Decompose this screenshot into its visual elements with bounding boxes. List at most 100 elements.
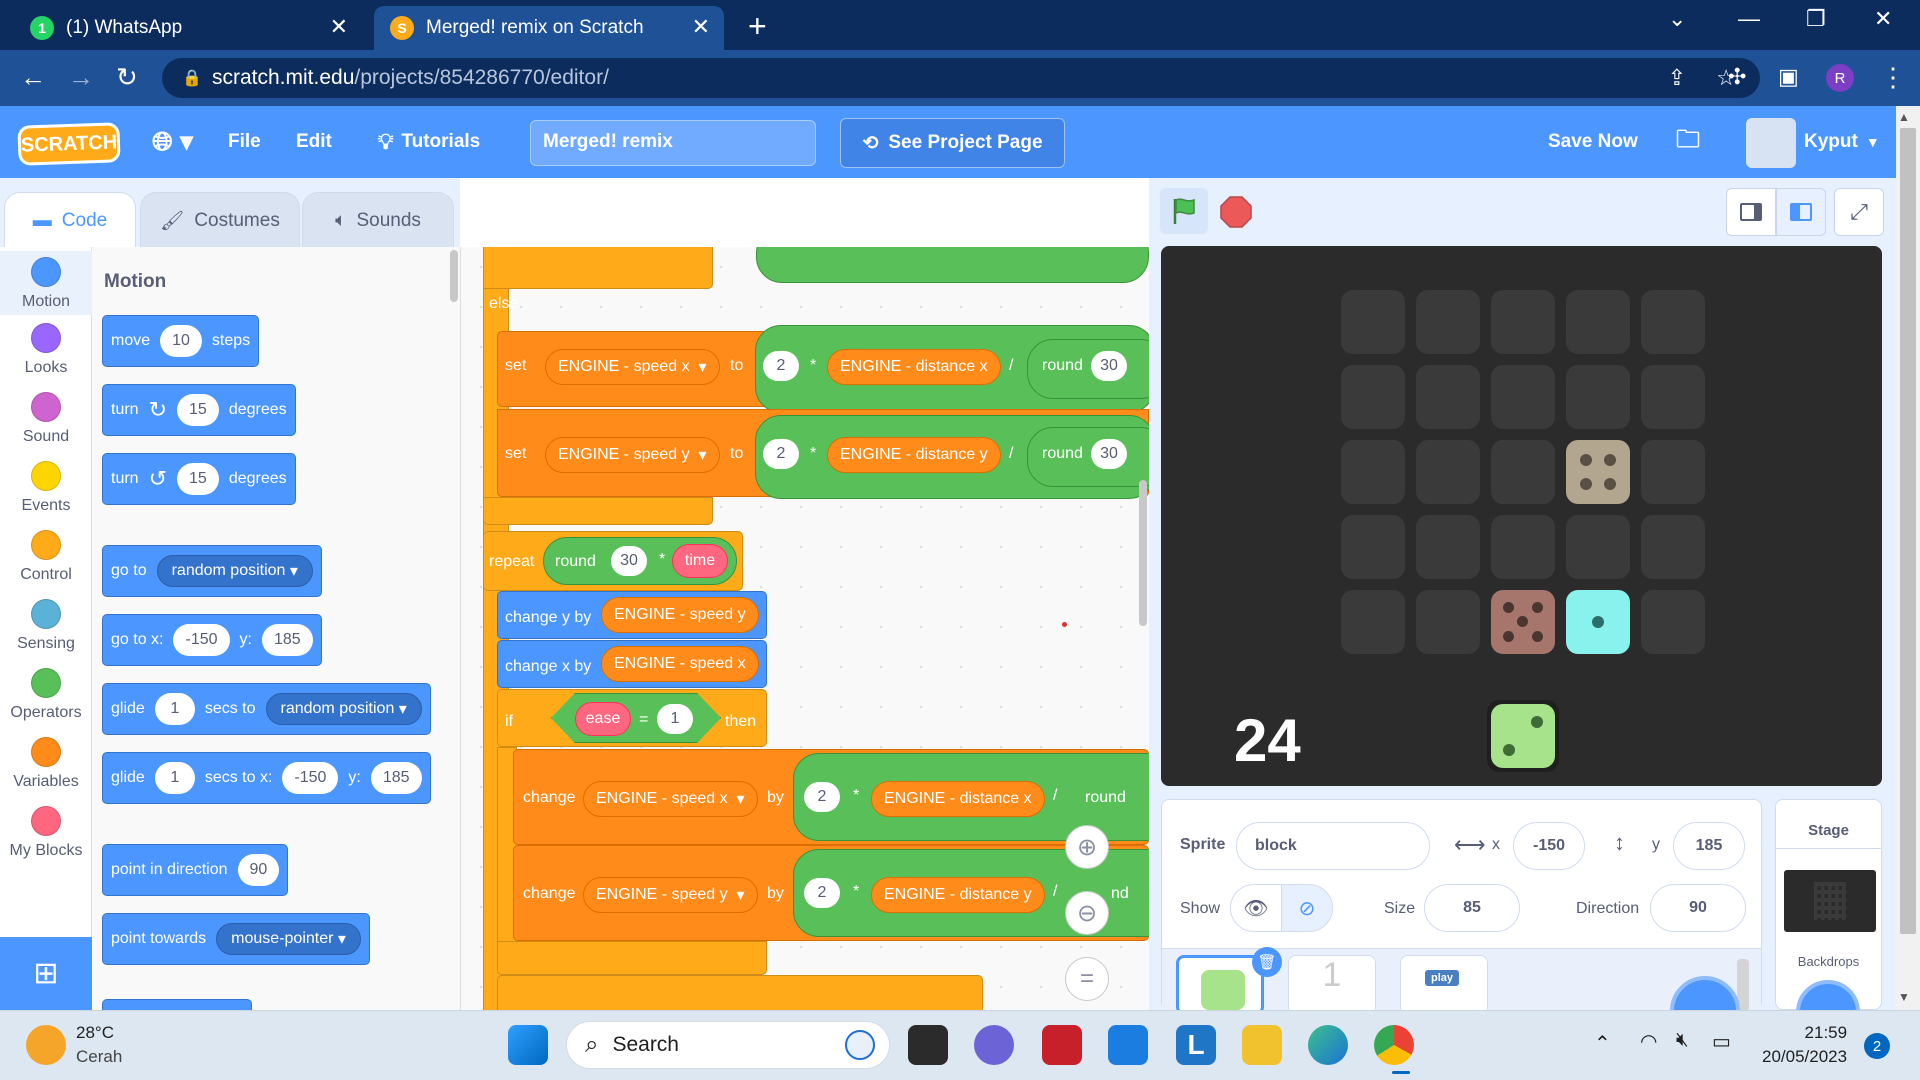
file-explorer-icon[interactable] xyxy=(1242,1025,1282,1065)
share-icon[interactable]: ⇪ xyxy=(1668,65,1686,91)
restore-icon[interactable]: ❐ xyxy=(1806,6,1826,32)
block-input[interactable]: 15 xyxy=(177,394,219,426)
variable-reporter[interactable]: ENGINE - distance y xyxy=(827,437,1001,473)
workspace-scrollbar[interactable] xyxy=(1139,480,1147,626)
side-panel-icon[interactable]: ▣ xyxy=(1778,64,1799,90)
variable-dropdown[interactable]: ENGINE - speed y ▾ xyxy=(545,437,720,473)
number-input[interactable]: 2 xyxy=(804,878,840,908)
tab-search-icon[interactable]: ⌄ xyxy=(1668,6,1686,32)
block-input[interactable]: -150 xyxy=(282,762,339,794)
backdrop-thumb[interactable] xyxy=(1784,870,1876,932)
zoom-in-icon[interactable]: ⊕ xyxy=(1065,825,1109,869)
number-input[interactable]: 30 xyxy=(1091,351,1127,381)
notification-badge[interactable]: 2 xyxy=(1864,1033,1890,1059)
glide-to-xy-block[interactable]: glide 1 secs to x: -150 y: 185 xyxy=(102,752,431,804)
see-project-page-button[interactable]: ⟲ See Project Page xyxy=(840,118,1065,168)
variable-dropdown[interactable]: ENGINE - speed x ▾ xyxy=(545,349,720,385)
windows-start-icon[interactable] xyxy=(508,1025,548,1065)
small-stage-icon[interactable] xyxy=(1726,188,1776,236)
tutorials-button[interactable]: 💡︎ Tutorials xyxy=(378,106,480,178)
menu-dots-icon[interactable]: ⋮ xyxy=(1880,62,1906,93)
point-in-direction-block[interactable]: point in direction 90 xyxy=(102,844,289,896)
block-dropdown[interactable]: random position ▾ xyxy=(265,693,422,725)
add-extension-button[interactable]: ⊞ xyxy=(0,937,92,1010)
project-title-input[interactable]: Merged! remix xyxy=(530,120,816,166)
script-workspace[interactable]: else set ENGINE - speed x ▾ to 2 * ENGIN… xyxy=(461,247,1149,1010)
minimize-icon[interactable]: — xyxy=(1738,6,1760,32)
ease-reporter[interactable]: ease xyxy=(575,702,631,736)
variable-dropdown[interactable]: ENGINE - speed x ▾ xyxy=(583,781,758,817)
taskbar-search[interactable]: ⌕ Search xyxy=(566,1021,890,1069)
number-input[interactable]: 2 xyxy=(763,439,799,469)
block-input[interactable]: -150 xyxy=(173,624,230,656)
green-flag-icon[interactable] xyxy=(1160,188,1208,234)
go-to-xy-block[interactable]: go to x: -150 y: 185 xyxy=(102,614,322,666)
sprite-thumb[interactable]: play xyxy=(1400,955,1488,1015)
zoom-reset-icon[interactable]: = xyxy=(1065,957,1109,1001)
variable-dropdown[interactable]: ENGINE - speed y ▾ xyxy=(583,877,758,913)
normal-stage-icon[interactable] xyxy=(1776,188,1826,236)
my-stuff-folder-icon[interactable]: 🗀 xyxy=(1676,106,1700,178)
block-input[interactable]: 1 xyxy=(154,693,195,725)
y-input[interactable]: 185 xyxy=(1673,822,1745,870)
forward-icon[interactable]: → xyxy=(68,62,94,93)
close-icon[interactable]: ✕ xyxy=(330,14,348,40)
taskbar-clock[interactable]: 21:59 20/05/2023 xyxy=(1762,1021,1847,1069)
category-motion[interactable]: Motion xyxy=(0,251,92,315)
edge-icon[interactable] xyxy=(1308,1025,1348,1065)
close-icon[interactable]: ✕ xyxy=(692,14,710,40)
block-input[interactable]: 185 xyxy=(261,624,313,656)
block-input[interactable]: 90 xyxy=(237,854,280,886)
profile-avatar[interactable]: R xyxy=(1826,64,1854,92)
sprite-thumb[interactable]: 1 xyxy=(1288,955,1376,1015)
variable-reporter[interactable]: ENGINE - distance x xyxy=(827,349,1001,385)
move-steps-block[interactable]: move 10 steps xyxy=(102,315,260,367)
partial-block[interactable] xyxy=(102,999,252,1010)
back-icon[interactable]: ← xyxy=(20,62,46,93)
chevron-up-icon[interactable]: ⌃ xyxy=(1594,1031,1611,1056)
category-operators[interactable]: Operators xyxy=(0,668,92,722)
window-close-icon[interactable]: ✕ xyxy=(1874,6,1892,32)
tab-whatsapp[interactable]: 1 (1) WhatsApp ✕ xyxy=(14,6,362,50)
stage-canvas[interactable]: 24 xyxy=(1161,246,1882,786)
number-input[interactable]: 2 xyxy=(763,351,799,381)
globe-language-icon[interactable]: 🌐︎ ▾ xyxy=(152,106,193,178)
extensions-icon[interactable]: ✣ xyxy=(1728,64,1746,90)
block-input[interactable]: 10 xyxy=(160,325,202,357)
tab-code[interactable]: ▬ Code xyxy=(4,192,136,248)
avatar[interactable] xyxy=(1746,118,1796,168)
save-now-button[interactable]: Save Now xyxy=(1548,106,1638,178)
block-dropdown[interactable]: mouse-pointer ▾ xyxy=(216,923,361,955)
number-input[interactable]: 30 xyxy=(611,546,647,576)
page-scrollbar[interactable]: ▲ ▼ xyxy=(1896,106,1920,1010)
turn-left-block[interactable]: turn ↺ 15 degrees xyxy=(102,453,296,505)
x-input[interactable]: -150 xyxy=(1513,822,1585,870)
point-towards-block[interactable]: point towards mouse-pointer ▾ xyxy=(102,913,370,965)
task-view-icon[interactable] xyxy=(908,1025,948,1065)
show-visible-icon[interactable]: 👁︎ xyxy=(1230,884,1282,932)
fullscreen-icon[interactable]: ⤢ xyxy=(1834,188,1884,236)
number-input[interactable]: 1 xyxy=(657,704,693,734)
variable-reporter[interactable]: ENGINE - speed y xyxy=(601,597,759,633)
block-dropdown[interactable]: random position ▾ xyxy=(156,555,313,587)
zoom-out-icon[interactable]: ⊖ xyxy=(1065,891,1109,935)
direction-input[interactable]: 90 xyxy=(1650,884,1746,932)
number-input[interactable]: 2 xyxy=(804,782,840,812)
wifi-icon[interactable]: ◠ xyxy=(1640,1029,1657,1054)
block-input[interactable]: 1 xyxy=(154,762,195,794)
tab-sounds[interactable]: 🔈︎ Sounds xyxy=(302,192,454,248)
tab-scratch[interactable]: S Merged! remix on Scratch ✕ xyxy=(374,6,724,50)
category-looks[interactable]: Looks xyxy=(0,323,92,377)
scroll-down-icon[interactable]: ▼ xyxy=(1898,990,1910,1004)
app-l-icon[interactable]: L xyxy=(1176,1025,1216,1065)
category-variables[interactable]: Variables xyxy=(0,737,92,791)
category-sound[interactable]: Sound xyxy=(0,392,92,446)
go-to-block[interactable]: go to random position ▾ xyxy=(102,545,322,597)
sprite-name-input[interactable]: block xyxy=(1236,822,1430,870)
url-field[interactable]: 🔒 scratch.mit.edu/projects/854286770/edi… xyxy=(162,58,1760,98)
reload-icon[interactable]: ↻ xyxy=(116,62,138,93)
mcafee-icon[interactable] xyxy=(1042,1025,1082,1065)
variable-reporter[interactable]: ENGINE - distance y xyxy=(871,877,1045,913)
battery-icon[interactable]: ▭ xyxy=(1712,1029,1731,1054)
stage-selector[interactable]: Stage Backdrops xyxy=(1775,799,1882,1044)
